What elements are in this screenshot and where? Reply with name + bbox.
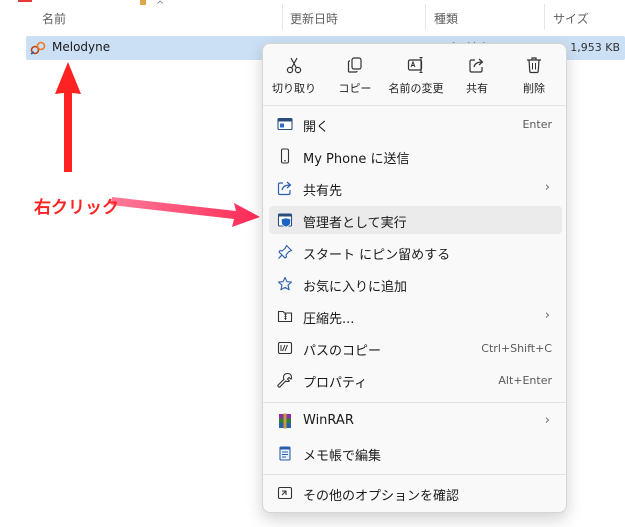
menu-item-properties[interactable]: プロパティ Alt+Enter xyxy=(269,366,562,394)
right-arrow-icon xyxy=(111,197,260,227)
delete-button[interactable]: 削除 xyxy=(503,52,565,98)
cut-label: 切り取り xyxy=(272,82,316,95)
menu-item-label: スタート にピン留めする xyxy=(303,248,451,263)
rename-label: 名前の変更 xyxy=(388,82,444,95)
submenu-chevron-icon: › xyxy=(544,413,550,428)
menu-item-run-as-admin[interactable]: 管理者として実行 xyxy=(269,206,562,234)
share-label: 共有 xyxy=(466,82,488,95)
quick-actions-bar: 切り取り コピー 名前の変更 共有 削除 xyxy=(263,44,568,102)
phone-icon xyxy=(280,148,290,164)
menu-item-label: 管理者として実行 xyxy=(303,216,407,231)
menu-item-show-more-options[interactable]: その他のオプションを確認 xyxy=(269,479,562,507)
menu-item-label: お気に入りに追加 xyxy=(303,280,408,295)
submenu-chevron-icon: › xyxy=(544,308,550,323)
copy-label: コピー xyxy=(338,82,372,95)
copy-button[interactable]: コピー xyxy=(324,52,386,98)
menu-item-label: WinRAR xyxy=(303,413,354,428)
menu-item-copy-path[interactable]: パスのコピー Ctrl+Shift+C xyxy=(269,334,562,362)
menu-item-open[interactable]: 開く Enter xyxy=(269,110,562,138)
share-button[interactable]: 共有 xyxy=(446,52,508,98)
copy-path-icon xyxy=(277,341,293,355)
shield-icon xyxy=(277,213,293,228)
annotation-label: 右クリック xyxy=(34,198,119,218)
open-icon xyxy=(277,117,293,131)
menu-item-label: 開く xyxy=(303,120,330,135)
scissors-icon xyxy=(286,57,302,74)
menu-item-share-to[interactable]: 共有先 › xyxy=(269,174,562,202)
rename-icon xyxy=(407,56,423,74)
menu-divider xyxy=(263,474,566,475)
menu-item-label: その他のオプションを確認 xyxy=(303,489,460,504)
copy-icon xyxy=(347,57,362,73)
menu-item-edit-in-notepad[interactable]: メモ帳で編集 xyxy=(269,439,562,467)
star-icon xyxy=(277,276,293,291)
context-menu: 切り取り コピー 名前の変更 共有 削除 開く Enter My Phone に… xyxy=(262,43,567,513)
menu-item-winrar[interactable]: WinRAR › xyxy=(269,407,562,435)
shortcut-text: Ctrl+Shift+C xyxy=(481,342,552,355)
menu-item-label: 共有先 xyxy=(303,184,343,199)
share-to-icon xyxy=(277,181,292,196)
up-arrow-icon xyxy=(55,62,81,172)
notepad-icon xyxy=(279,446,291,461)
menu-item-label: 圧縮先... xyxy=(303,312,355,327)
rename-button[interactable]: 名前の変更 xyxy=(385,52,447,98)
menu-item-pin-to-start[interactable]: スタート にピン留めする xyxy=(269,238,562,266)
menu-divider xyxy=(263,105,566,106)
wrench-icon xyxy=(277,372,293,388)
menu-item-add-to-favorites[interactable]: お気に入りに追加 xyxy=(269,270,562,298)
more-options-icon xyxy=(277,486,293,500)
zip-folder-icon xyxy=(277,310,293,323)
menu-item-send-to-phone[interactable]: My Phone に送信 xyxy=(269,142,562,170)
menu-item-label: My Phone に送信 xyxy=(303,152,410,167)
submenu-chevron-icon: › xyxy=(544,180,550,195)
trash-icon xyxy=(527,57,541,74)
menu-item-label: プロパティ xyxy=(303,376,368,391)
menu-item-label: パスのコピー xyxy=(303,344,382,359)
shortcut-text: Enter xyxy=(522,118,552,131)
menu-item-compress-to[interactable]: 圧縮先... › xyxy=(269,302,562,330)
cut-button[interactable]: 切り取り xyxy=(263,52,325,98)
shortcut-text: Alt+Enter xyxy=(498,374,552,387)
share-icon xyxy=(469,58,484,73)
pin-icon xyxy=(278,244,293,259)
menu-item-label: メモ帳で編集 xyxy=(303,449,382,464)
menu-divider xyxy=(263,402,566,403)
delete-label: 削除 xyxy=(523,82,545,95)
winrar-icon xyxy=(279,413,291,429)
